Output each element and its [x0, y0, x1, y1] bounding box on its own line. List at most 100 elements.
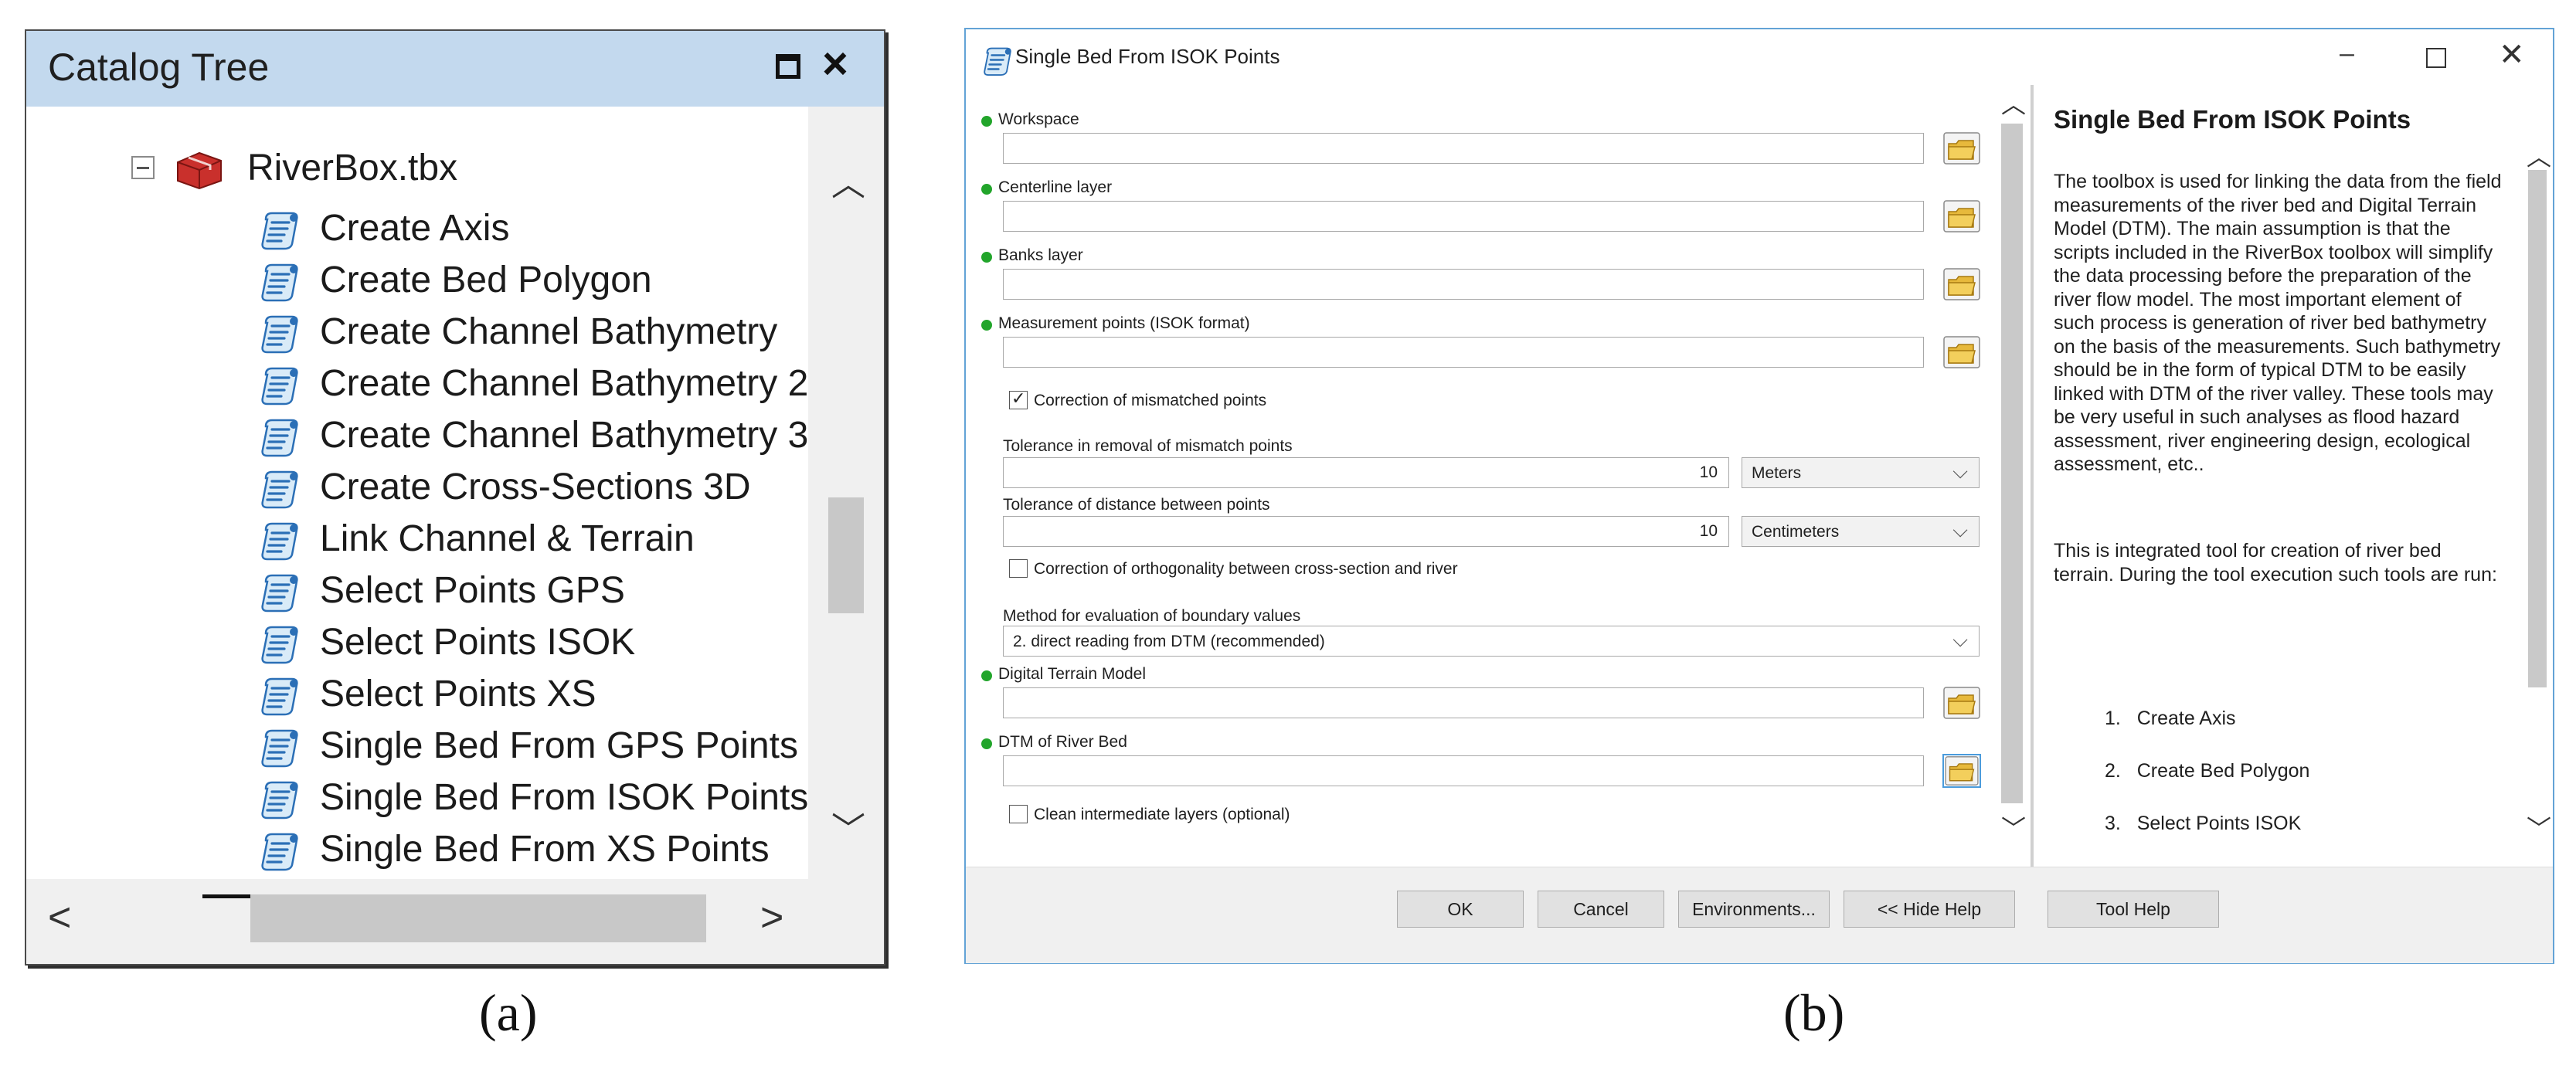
close-button[interactable]: ✕: [2499, 37, 2525, 73]
tree-item-create-cross-sections-3d[interactable]: Create Cross-Sections 3D: [258, 461, 808, 515]
help-list-text: Create Bed Polygon: [2136, 760, 2310, 782]
tree-item-create-axis[interactable]: Create Axis: [258, 202, 808, 256]
tree-item-select-points-xs[interactable]: Select Points XS: [258, 668, 808, 722]
tool-help-button[interactable]: Tool Help: [2048, 891, 2219, 928]
help-scrollbar[interactable]: ︿ ﹀: [2520, 85, 2553, 867]
tree-item-create-channel-bathymetry-3[interactable]: Create Channel Bathymetry 3: [258, 409, 808, 463]
method-value: 2. direct reading from DTM (recommended): [1013, 633, 1325, 650]
environments-button[interactable]: Environments...: [1678, 891, 1830, 928]
caption-a: (a): [479, 983, 538, 1042]
tree-item-label: Create Bed Polygon: [320, 260, 652, 300]
dtm-river-bed-input[interactable]: [1003, 755, 1924, 786]
tree-item-label: Link Channel & Terrain: [320, 518, 695, 559]
maximize-icon[interactable]: [776, 54, 800, 79]
tree-item-single-bed-from-xs-points[interactable]: Single Bed From XS Points: [258, 823, 808, 877]
tree-item-label: Select Points ISOK: [320, 622, 636, 663]
tree-item-single-bed-from-gps-points[interactable]: Single Bed From GPS Points: [258, 720, 808, 774]
correction-orthogonality-checkbox[interactable]: [1009, 559, 1028, 578]
scroll-up-icon[interactable]: ︿: [2001, 85, 2026, 120]
tree-item-label: Select Points GPS: [320, 570, 625, 611]
method-label: Method for evaluation of boundary values: [1003, 607, 1301, 625]
dialog-footer: OK Cancel Environments... << Hide Help T…: [966, 867, 2553, 963]
catalog-tree-title-bar[interactable]: Catalog Tree ×: [26, 31, 884, 107]
dtm-label: Digital Terrain Model: [998, 665, 1147, 683]
scroll-right-icon[interactable]: >: [760, 894, 783, 941]
workspace-input[interactable]: [1003, 133, 1924, 164]
correction-mismatch-checkbox[interactable]: [1009, 389, 1028, 409]
chevron-down-icon: ⌵: [1952, 460, 1968, 483]
toolbox-icon: [177, 151, 222, 190]
browse-folder-icon[interactable]: [1942, 335, 1981, 369]
script-icon: [258, 571, 301, 614]
hide-help-button[interactable]: << Hide Help: [1844, 891, 2015, 928]
banks-input[interactable]: [1003, 269, 1924, 300]
maximize-button[interactable]: [2426, 48, 2446, 68]
scroll-down-icon[interactable]: ﹀: [2001, 809, 2026, 845]
tree-item-label: Create Channel Bathymetry: [320, 311, 778, 352]
tree-item-label: Create Channel Bathymetry 2: [320, 363, 808, 404]
tolerance-distance-label: Tolerance of distance between points: [1003, 496, 1270, 514]
scroll-up-icon[interactable]: ︿: [2527, 137, 2551, 173]
help-paragraph: This is integrated tool for creation of …: [2054, 540, 2497, 585]
dialog-title: Single Bed From ISOK Points: [1015, 45, 1280, 68]
scroll-left-icon[interactable]: <: [48, 894, 71, 941]
cancel-button[interactable]: Cancel: [1538, 891, 1664, 928]
help-list-item: 1. Create Axis: [2105, 708, 2236, 730]
caption-b: (b): [1783, 983, 1845, 1042]
horizontal-scrollbar[interactable]: < >: [26, 879, 884, 964]
tree-item-select-points-isok[interactable]: Select Points ISOK: [258, 616, 808, 670]
parameters-scrollbar[interactable]: ︿ ﹀: [1993, 85, 2027, 867]
browse-folder-icon[interactable]: [1942, 199, 1981, 233]
collapse-toggle-icon[interactable]: [131, 156, 155, 179]
tolerance-distance-input[interactable]: 10: [1003, 516, 1729, 547]
tree-item-create-channel-bathymetry-2[interactable]: Create Channel Bathymetry 2: [258, 358, 808, 412]
clean-layers-checkbox[interactable]: [1009, 805, 1028, 823]
dtm-input[interactable]: [1003, 687, 1924, 718]
tolerance-removal-unit-select[interactable]: Meters ⌵: [1742, 457, 1980, 488]
browse-folder-icon[interactable]: [1942, 754, 1981, 788]
scrollbar-thumb[interactable]: [2528, 170, 2547, 687]
measurement-input[interactable]: [1003, 337, 1924, 368]
centerline-input[interactable]: [1003, 201, 1924, 232]
banks-label: Banks layer: [998, 246, 1083, 264]
scrollbar-thumb[interactable]: [250, 894, 706, 942]
tree-root-riverbox[interactable]: RiverBox.tbx: [247, 147, 457, 189]
unit-value: Meters: [1752, 464, 1802, 482]
tree-item-create-bed-polygon[interactable]: Create Bed Polygon: [258, 254, 808, 308]
tree-item-link-channel-terrain[interactable]: Link Channel & Terrain: [258, 513, 808, 567]
scroll-up-icon[interactable]: ︿: [831, 156, 865, 205]
help-list-number: 2.: [2105, 760, 2121, 782]
tree-item-label: Single Bed From ISOK Points: [320, 777, 808, 818]
method-select[interactable]: 2. direct reading from DTM (recommended)…: [1003, 626, 1980, 657]
vertical-scrollbar[interactable]: ︿ ﹀: [808, 107, 884, 879]
help-list-number: 3.: [2105, 813, 2121, 834]
tolerance-removal-input[interactable]: 10: [1003, 457, 1729, 488]
parameters-pane: Workspace Centerline layer Banks layer M…: [966, 85, 2009, 867]
dtm-river-bed-label: DTM of River Bed: [998, 733, 1127, 751]
browse-folder-icon[interactable]: [1942, 267, 1981, 301]
tree-item-select-points-gps[interactable]: Select Points GPS: [258, 565, 808, 619]
cursor-mark: [202, 894, 250, 898]
tolerance-distance-unit-select[interactable]: Centimeters ⌵: [1742, 516, 1980, 547]
catalog-tree-title: Catalog Tree: [48, 46, 270, 89]
ok-button[interactable]: OK: [1397, 891, 1524, 928]
close-icon[interactable]: ×: [822, 42, 848, 87]
tree-item-label: Single Bed From XS Points: [320, 829, 770, 870]
tree-item-single-bed-from-isok-points[interactable]: Single Bed From ISOK Points: [258, 772, 808, 826]
script-icon: [258, 260, 301, 304]
script-icon: [258, 364, 301, 407]
minimize-button[interactable]: –: [2340, 39, 2354, 69]
script-icon: [258, 467, 301, 511]
scrollbar-thumb[interactable]: [2001, 124, 2023, 803]
scrollbar-thumb[interactable]: [828, 497, 864, 613]
browse-folder-icon[interactable]: [1942, 686, 1981, 720]
tree-item-create-channel-bathymetry[interactable]: Create Channel Bathymetry: [258, 306, 808, 360]
scroll-down-icon[interactable]: ﹀: [831, 802, 865, 851]
browse-folder-icon[interactable]: [1942, 131, 1981, 165]
scroll-down-icon[interactable]: ﹀: [2527, 809, 2551, 845]
required-dot: [981, 320, 992, 331]
pane-divider[interactable]: [2031, 85, 2034, 867]
chevron-down-icon: ⌵: [1952, 628, 1968, 651]
help-list-item: 3. Select Points ISOK: [2105, 813, 2301, 835]
chevron-down-icon: ⌵: [1952, 518, 1968, 541]
